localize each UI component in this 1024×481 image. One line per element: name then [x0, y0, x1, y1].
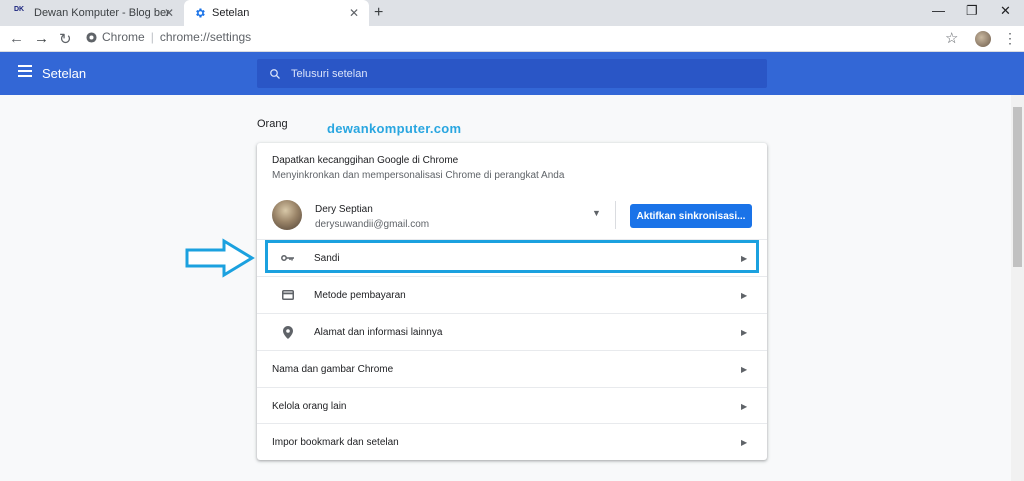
account-avatar — [272, 200, 302, 230]
chevron-right-icon: ▶ — [741, 327, 748, 337]
dk-favicon-icon: DK — [14, 6, 25, 13]
bookmark-star-icon[interactable]: ☆ — [945, 29, 958, 47]
tab-title: Setelan — [212, 7, 250, 19]
row-label: Alamat dan informasi lainnya — [314, 326, 443, 338]
scrollbar-thumb[interactable] — [1013, 107, 1022, 267]
chrome-icon — [86, 31, 97, 43]
chrome-name-picture-row[interactable]: Nama dan gambar Chrome ▶ — [257, 350, 767, 387]
tab-strip: DK Dewan Komputer - Blog berisi tu ✕ Set… — [0, 0, 1024, 26]
divider: | — [150, 30, 154, 44]
close-icon[interactable]: ✕ — [164, 6, 174, 20]
row-label: Kelola orang lain — [272, 400, 347, 412]
url-text: chrome://settings — [159, 30, 252, 44]
addresses-row[interactable]: Alamat dan informasi lainnya ▶ — [257, 313, 767, 350]
row-label: Impor bookmark dan setelan — [272, 436, 399, 448]
tab-title: Dewan Komputer - Blog berisi tu — [34, 7, 169, 19]
row-label: Nama dan gambar Chrome — [272, 363, 394, 375]
minimize-button[interactable]: — — [932, 3, 945, 18]
import-bookmarks-row[interactable]: Impor bookmark dan setelan ▶ — [257, 423, 767, 460]
chevron-right-icon: ▶ — [741, 290, 748, 300]
settings-header: Setelan — [0, 52, 1024, 95]
address-bar[interactable]: Chrome | chrome://settings — [86, 30, 251, 44]
search-icon — [270, 68, 280, 79]
sync-promo-subtitle: Menyinkronkan dan mempersonalisasi Chrom… — [272, 170, 565, 181]
chevron-right-icon: ▶ — [741, 364, 748, 374]
hamburger-icon[interactable] — [18, 65, 32, 80]
row-label: Metode pembayaran — [314, 289, 406, 301]
people-card: Dapatkan kecanggihan Google di Chrome Me… — [257, 143, 767, 460]
browser-toolbar: ← → ↻ Chrome | chrome://settings ☆ ⋮ — [0, 26, 1024, 52]
tab-setelan[interactable]: Setelan ✕ — [184, 0, 369, 26]
close-icon[interactable]: ✕ — [349, 6, 359, 20]
forward-button[interactable]: → — [34, 30, 49, 47]
manage-people-row[interactable]: Kelola orang lain ▶ — [257, 387, 767, 424]
new-tab-button[interactable]: + — [374, 4, 383, 22]
gear-icon — [196, 8, 205, 18]
location-pin-icon — [283, 325, 293, 339]
chevron-right-icon: ▶ — [741, 401, 748, 411]
sync-promo-title: Dapatkan kecanggihan Google di Chrome — [272, 155, 459, 166]
scrollbar[interactable] — [1011, 95, 1024, 481]
tab-dewan-komputer[interactable]: DK Dewan Komputer - Blog berisi tu ✕ — [6, 0, 184, 26]
account-name: Dery Septian — [315, 204, 373, 215]
profile-avatar[interactable] — [975, 31, 991, 47]
restore-button[interactable]: ❐ — [966, 3, 978, 19]
section-title: Orang — [257, 118, 288, 130]
enable-sync-button[interactable]: Aktifkan sinkronisasi... — [630, 204, 752, 228]
highlight-box — [265, 240, 759, 273]
reload-button[interactable]: ↻ — [59, 30, 72, 48]
watermark: dewankomputer.com — [327, 121, 462, 136]
account-dropdown-icon[interactable]: ▼ — [592, 208, 601, 218]
search-box[interactable] — [257, 59, 767, 88]
back-button[interactable]: ← — [9, 30, 24, 47]
site-chip: Chrome — [102, 30, 145, 44]
payment-methods-row[interactable]: Metode pembayaran ▶ — [257, 276, 767, 313]
chevron-right-icon: ▶ — [741, 437, 748, 447]
search-input[interactable] — [291, 67, 691, 80]
divider — [615, 201, 616, 229]
credit-card-icon — [282, 290, 294, 300]
account-email: derysuwandii@gmail.com — [315, 219, 430, 230]
window-close-button[interactable]: ✕ — [1000, 3, 1011, 19]
page-title: Setelan — [42, 66, 87, 81]
arrow-right-icon — [185, 238, 255, 278]
menu-icon[interactable]: ⋮ — [1003, 30, 1017, 47]
